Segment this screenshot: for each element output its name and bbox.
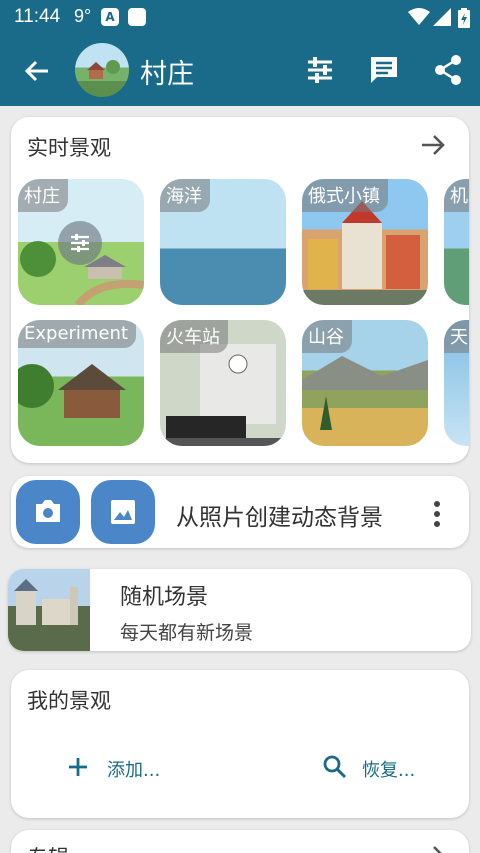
albums-title: 专辑 xyxy=(27,842,69,853)
restore-label: 恢复... xyxy=(362,760,416,781)
random-scene-subtitle: 每天都有新场景 xyxy=(120,622,254,644)
random-scene-card[interactable]: 随机场景 每天都有新场景 xyxy=(8,569,471,651)
scene-tile-airport[interactable]: 机场 xyxy=(444,179,469,305)
back-arrow-icon[interactable] xyxy=(22,56,52,86)
arrow-right-icon[interactable] xyxy=(419,842,447,853)
scene-tile-russian-town[interactable]: 俄式小镇 xyxy=(302,179,428,305)
create-from-photo-label[interactable]: 从照片创建动态背景 xyxy=(176,498,383,532)
status-time: 11:44 xyxy=(14,6,61,27)
search-icon xyxy=(323,755,347,779)
gallery-button[interactable] xyxy=(91,480,155,544)
random-scene-thumbnail xyxy=(8,569,90,651)
restore-button[interactable]: 恢复... xyxy=(322,754,442,782)
scene-label: 山谷 xyxy=(302,320,352,353)
share-icon[interactable] xyxy=(432,54,464,86)
scene-label: 机场 xyxy=(444,179,469,212)
scene-tile-train-station[interactable]: 火车站 xyxy=(160,320,286,446)
my-scenes-card: 我的景观 添加... 恢复... xyxy=(11,670,469,818)
my-scenes-title: 我的景观 xyxy=(27,689,111,713)
scene-tile-experiment[interactable]: Experiment xyxy=(18,320,144,446)
plus-icon xyxy=(69,758,87,776)
app-bar: 村庄 xyxy=(0,34,480,106)
battery-icon xyxy=(458,8,470,28)
scene-label: 村庄 xyxy=(18,179,68,212)
scene-tile-ocean[interactable]: 海洋 xyxy=(160,179,286,305)
random-scene-title: 随机场景 xyxy=(120,585,209,610)
tune-icon[interactable] xyxy=(304,54,336,86)
albums-card: 专辑 xyxy=(11,830,469,853)
scene-avatar xyxy=(75,43,129,97)
configure-icon[interactable] xyxy=(58,221,102,265)
scene-tile-valley[interactable]: 山谷 xyxy=(302,320,428,446)
comment-icon[interactable] xyxy=(368,54,400,86)
scene-label: 天空 xyxy=(444,320,469,353)
arrow-right-icon[interactable] xyxy=(419,131,447,159)
add-scene-label: 添加... xyxy=(107,760,161,781)
camera-button[interactable] xyxy=(16,480,80,544)
scene-label: 海洋 xyxy=(160,179,210,212)
scene-label: 火车站 xyxy=(160,320,228,353)
wifi-icon xyxy=(408,8,430,25)
scene-label: Experiment xyxy=(18,320,137,348)
status-temperature: 9° xyxy=(74,6,92,26)
scene-tile-sky[interactable]: 天空 xyxy=(444,320,469,446)
add-scene-button[interactable]: 添加... xyxy=(67,754,177,782)
notification-app-icon: A xyxy=(101,8,119,26)
status-bar: 11:44 9° A xyxy=(0,0,480,34)
notification-square-icon xyxy=(128,8,146,26)
live-scenes-card: 实时景观 村庄 海洋 俄式小镇 机场 Experiment 火车站 xyxy=(11,117,469,463)
scene-tile-village[interactable]: 村庄 xyxy=(18,179,144,305)
signal-icon xyxy=(433,8,451,26)
image-icon xyxy=(111,500,135,524)
page-title: 村庄 xyxy=(140,59,194,90)
live-scenes-title: 实时景观 xyxy=(27,136,111,160)
camera-icon xyxy=(36,500,60,522)
more-vert-icon[interactable] xyxy=(431,500,443,528)
scene-label: 俄式小镇 xyxy=(302,179,388,212)
